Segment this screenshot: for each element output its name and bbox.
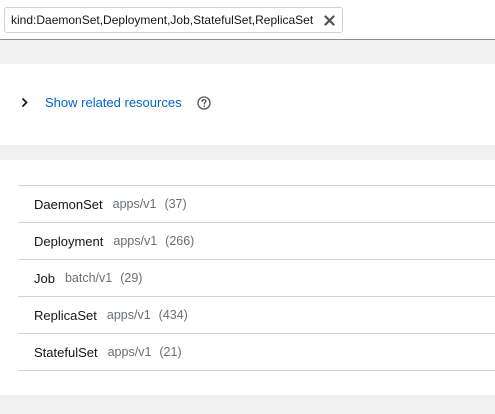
filter-chip-label: kind:DaemonSet,Deployment,Job,StatefulSe… bbox=[11, 13, 314, 27]
show-related-resources-link[interactable]: Show related resources bbox=[45, 95, 182, 110]
resource-api-version: apps/v1 bbox=[106, 308, 151, 322]
filter-bar: kind:DaemonSet,Deployment,Job,StatefulSe… bbox=[0, 0, 495, 40]
resource-count: (266) bbox=[165, 234, 195, 248]
resource-row-replicaset[interactable]: ReplicaSet apps/v1 (434) bbox=[18, 297, 495, 334]
chevron-right-icon[interactable] bbox=[22, 98, 30, 108]
resource-row-statefulset[interactable]: StatefulSet apps/v1 (21) bbox=[18, 334, 495, 371]
resources-panel: DaemonSet apps/v1 (37) Deployment apps/v… bbox=[0, 160, 495, 395]
show-related-toggle[interactable]: Show related resources bbox=[22, 95, 212, 110]
filter-chip[interactable]: kind:DaemonSet,Deployment,Job,StatefulSe… bbox=[4, 7, 344, 33]
resource-api-version: apps/v1 bbox=[112, 197, 157, 211]
resource-kind: Job bbox=[34, 270, 55, 286]
resource-api-version: apps/v1 bbox=[107, 345, 152, 359]
resource-kind: StatefulSet bbox=[34, 344, 98, 360]
resource-count: (37) bbox=[164, 197, 187, 211]
resource-row-job[interactable]: Job batch/v1 (29) bbox=[18, 260, 495, 297]
resource-api-version: apps/v1 bbox=[113, 234, 158, 248]
resource-api-version: batch/v1 bbox=[64, 271, 113, 285]
resource-count: (21) bbox=[159, 345, 182, 359]
related-resources-panel: Show related resources bbox=[0, 64, 495, 145]
question-circle-icon[interactable] bbox=[197, 95, 212, 110]
resource-list: DaemonSet apps/v1 (37) Deployment apps/v… bbox=[18, 185, 495, 371]
resource-kind: DaemonSet bbox=[34, 196, 103, 212]
resource-count: (29) bbox=[120, 271, 143, 285]
resource-kind: ReplicaSet bbox=[34, 307, 97, 323]
resource-kind: Deployment bbox=[34, 233, 104, 249]
resource-row-deployment[interactable]: Deployment apps/v1 (266) bbox=[18, 223, 495, 260]
resource-row-daemonset[interactable]: DaemonSet apps/v1 (37) bbox=[18, 186, 495, 223]
resource-count: (434) bbox=[158, 308, 188, 322]
close-icon[interactable] bbox=[322, 13, 336, 27]
